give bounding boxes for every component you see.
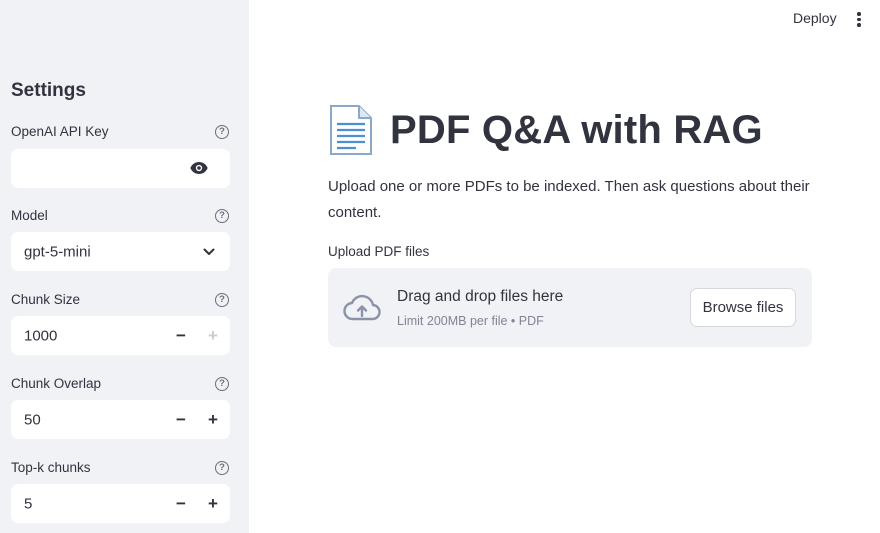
top-k-input[interactable]: 5 − + [11,484,230,523]
help-icon[interactable]: ? [215,461,229,475]
chunk-size-label: Chunk Size [11,292,81,307]
api-key-label: OpenAI API Key [11,124,109,139]
help-icon[interactable]: ? [215,125,229,139]
cloud-upload-icon [343,294,381,321]
browse-files-button[interactable]: Browse files [690,288,796,327]
model-label: Model [11,208,48,223]
chunk-size-value: 1000 [24,327,58,344]
file-dropzone[interactable]: Drag and drop files here Limit 200MB per… [328,268,812,347]
top-k-label: Top-k chunks [11,460,91,475]
deploy-button[interactable]: Deploy [793,10,837,26]
uploader-label: Upload PDF files [328,244,430,259]
page-title-text: PDF Q&A with RAG [390,107,763,152]
model-value: gpt-5-mini [24,243,91,260]
dropzone-instruction: Drag and drop files here [397,288,564,305]
chunk-overlap-input[interactable]: 50 − + [11,400,230,439]
chunk-overlap-value: 50 [24,411,41,428]
chunk-size-increment-button[interactable]: + [197,316,229,355]
top-k-decrement-button[interactable]: − [165,484,197,523]
sidebar: Settings OpenAI API Key ? Model ? gpt-5-… [0,0,249,533]
page-title: PDF Q&A with RAG [328,104,763,156]
top-k-increment-button[interactable]: + [197,484,229,523]
sidebar-title: Settings [11,80,86,101]
main-content: Deploy PDF Q&A with RAG Upload one or mo… [249,0,880,533]
chunk-size-decrement-button[interactable]: − [165,316,197,355]
vertical-dots-icon[interactable] [855,10,863,28]
help-icon[interactable]: ? [215,377,229,391]
top-k-value: 5 [24,495,33,512]
chunk-size-input[interactable]: 1000 − + [11,316,230,355]
page-facing-up-icon [330,105,372,155]
dropzone-limit: Limit 200MB per file • PDF [397,314,544,328]
chunk-overlap-decrement-button[interactable]: − [165,400,197,439]
help-icon[interactable]: ? [215,293,229,307]
chunk-overlap-increment-button[interactable]: + [197,400,229,439]
help-icon[interactable]: ? [215,209,229,223]
chevron-down-icon [203,248,215,255]
page-description: Upload one or more PDFs to be indexed. T… [328,178,810,221]
eye-icon[interactable] [190,161,208,175]
api-key-input[interactable] [11,149,230,188]
model-select[interactable]: gpt-5-mini [11,232,230,271]
chunk-overlap-label: Chunk Overlap [11,376,102,391]
